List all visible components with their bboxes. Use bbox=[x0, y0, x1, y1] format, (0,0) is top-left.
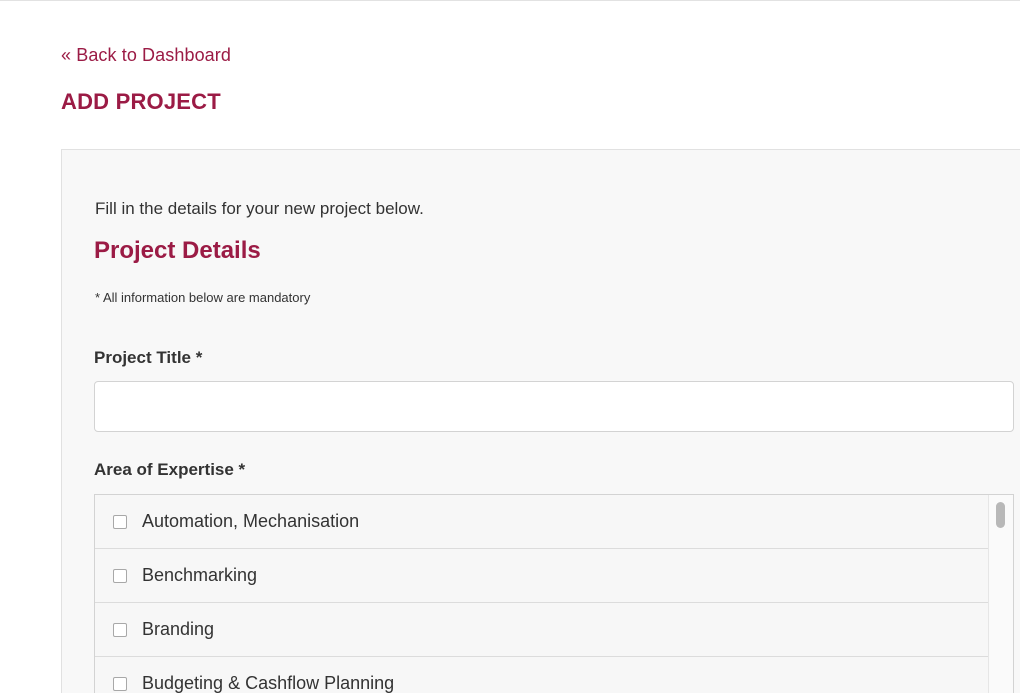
expertise-list-scrollbar[interactable] bbox=[988, 495, 1013, 693]
project-title-input[interactable] bbox=[94, 381, 1014, 432]
expertise-option-label: Automation, Mechanisation bbox=[142, 511, 360, 531]
add-project-page: « Back to Dashboard ADD PROJECT Fill in … bbox=[0, 0, 1020, 693]
project-details-heading: Project Details bbox=[94, 237, 261, 264]
back-to-dashboard-link[interactable]: « Back to Dashboard bbox=[61, 45, 231, 66]
area-of-expertise-label: Area of Expertise * bbox=[94, 460, 246, 479]
expertise-checkbox[interactable] bbox=[113, 514, 127, 529]
form-intro-text: Fill in the details for your new project… bbox=[95, 199, 424, 218]
area-of-expertise-list[interactable]: Automation, Mechanisation Benchmarking B… bbox=[94, 494, 1014, 693]
expertise-checkbox[interactable] bbox=[113, 622, 127, 637]
page-title: ADD PROJECT bbox=[61, 89, 221, 114]
expertise-option-automation-mechanisation[interactable]: Automation, Mechanisation bbox=[95, 495, 988, 549]
scrollbar-thumb[interactable] bbox=[996, 502, 1005, 528]
expertise-option-benchmarking[interactable]: Benchmarking bbox=[95, 549, 988, 603]
expertise-option-budgeting-cashflow-planning[interactable]: Budgeting & Cashflow Planning bbox=[95, 657, 988, 693]
expertise-option-branding[interactable]: Branding bbox=[95, 603, 988, 657]
expertise-option-label: Benchmarking bbox=[142, 565, 258, 585]
project-form-panel: Fill in the details for your new project… bbox=[61, 149, 1020, 693]
expertise-option-label: Budgeting & Cashflow Planning bbox=[142, 673, 395, 693]
expertise-checkbox[interactable] bbox=[113, 676, 127, 691]
mandatory-note: * All information below are mandatory bbox=[95, 290, 311, 305]
expertise-checkbox[interactable] bbox=[113, 568, 127, 583]
expertise-option-label: Branding bbox=[142, 619, 215, 639]
project-title-label: Project Title * bbox=[94, 348, 203, 367]
